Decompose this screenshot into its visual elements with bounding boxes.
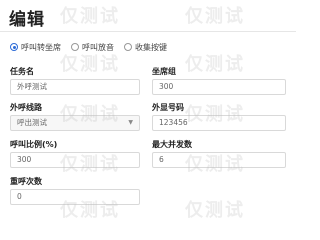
outbound-line-label: 外呼线路 xyxy=(10,103,42,112)
radio-unchecked-icon xyxy=(71,43,79,51)
display-number-label: 外显号码 xyxy=(152,103,184,112)
outbound-line-value: 呼出测试 xyxy=(17,118,47,127)
radio-collect-keys[interactable]: 收集按键 xyxy=(124,42,167,53)
chevron-down-icon: ▼ xyxy=(128,119,133,126)
task-name-label: 任务名 xyxy=(10,67,34,76)
title-divider xyxy=(0,31,296,32)
redial-count-input[interactable]: 0 xyxy=(10,189,140,205)
radio-label: 呼叫放音 xyxy=(82,42,114,52)
outbound-line-select[interactable]: 呼出测试 ▼ xyxy=(10,115,140,131)
max-concurrency-label: 最大并发数 xyxy=(152,140,192,149)
mode-radio-group: 呼叫转坐席 呼叫放音 收集按键 xyxy=(10,40,167,54)
radio-play-audio[interactable]: 呼叫放音 xyxy=(71,42,114,53)
task-name-input[interactable]: 外呼测试 xyxy=(10,79,140,95)
watermark: 仅测试 xyxy=(185,200,245,221)
watermark: 仅测试 xyxy=(185,54,245,75)
radio-label: 收集按键 xyxy=(135,42,167,52)
call-ratio-input[interactable]: 300 xyxy=(10,152,140,168)
agent-group-label: 坐席组 xyxy=(152,67,176,76)
radio-transfer-agent[interactable]: 呼叫转坐席 xyxy=(10,42,61,53)
watermark: 仅测试 xyxy=(185,6,245,27)
radio-unchecked-icon xyxy=(124,43,132,51)
redial-count-label: 重呼次数 xyxy=(10,177,42,186)
radio-checked-icon xyxy=(10,43,18,51)
dialog-title: 编辑 xyxy=(9,10,45,30)
watermark: 仅测试 xyxy=(60,6,120,27)
display-number-input[interactable]: 123456 xyxy=(152,115,286,131)
call-ratio-label: 呼叫比例(%) xyxy=(10,140,58,149)
agent-group-input[interactable]: 300 xyxy=(152,79,286,95)
edit-dialog: 编辑 呼叫转坐席 呼叫放音 收集按键 任务名 外呼测试 坐席组 300 外呼线路… xyxy=(0,0,296,221)
radio-label: 呼叫转坐席 xyxy=(21,42,61,52)
max-concurrency-input[interactable]: 6 xyxy=(152,152,286,168)
